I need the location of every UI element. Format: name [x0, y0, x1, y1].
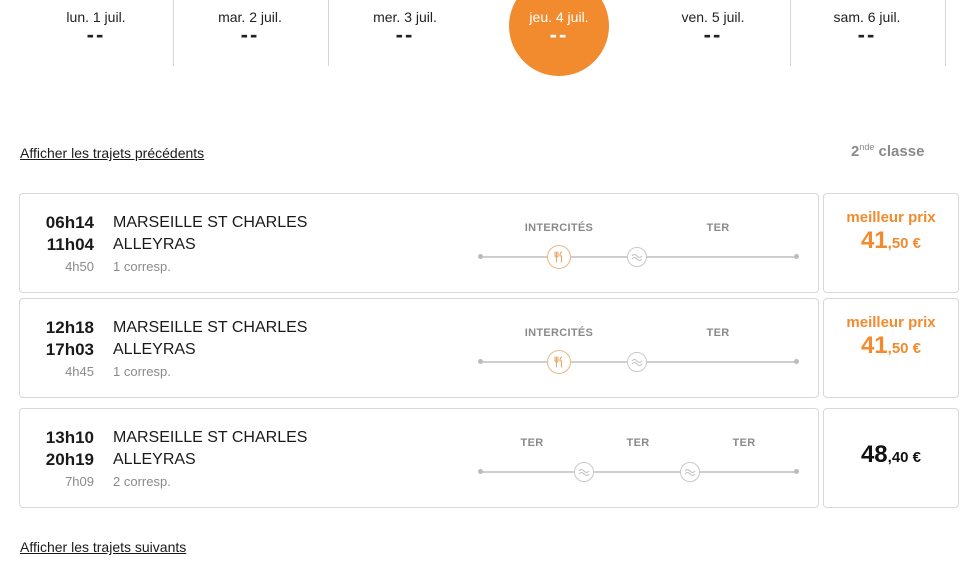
date-cell-2[interactable]: mar. 2 juil. -- [173, 0, 327, 66]
departure-time: 13h10 [45, 428, 94, 447]
route-start-dot [478, 469, 483, 474]
price-box-1[interactable]: meilleur prix 41,50 € [823, 193, 959, 293]
date-price: -- [703, 22, 723, 47]
destination-station: ALLEYRAS [113, 236, 196, 253]
arrival-time: 17h03 [45, 340, 94, 359]
class-word: classe [878, 143, 925, 160]
trip-duration: 7h09 [65, 474, 94, 489]
trip-duration: 4h50 [65, 259, 94, 274]
price-cents: ,40 € [887, 449, 922, 466]
connection-icon [680, 462, 700, 482]
origin-station: MARSEILLE ST CHARLES [113, 319, 308, 336]
date-divider [945, 0, 946, 66]
connections-count: 1 corresp. [113, 259, 171, 274]
origin-station: MARSEILLE ST CHARLES [113, 429, 308, 446]
trip-card-2[interactable]: 12h18 17h03 4h45 MARSEILLE ST CHARLES AL… [19, 298, 819, 398]
segment-label: TER [732, 437, 756, 449]
date-price: -- [395, 22, 415, 47]
price-amount: 48,40 € [824, 441, 958, 469]
date-price: -- [549, 22, 569, 47]
date-cell-1[interactable]: lun. 1 juil. -- [19, 0, 173, 66]
previous-trips-link[interactable]: Afficher les trajets précédents [20, 145, 204, 161]
connections-count: 1 corresp. [113, 364, 171, 379]
segment-label: TER [706, 327, 730, 339]
restaurant-icon [547, 245, 571, 269]
segment-label: TER [626, 437, 650, 449]
trip-duration: 4h45 [65, 364, 94, 379]
restaurant-icon [547, 350, 571, 374]
class-suffix: nde [859, 142, 875, 152]
date-price: -- [240, 22, 260, 47]
origin-station: MARSEILLE ST CHARLES [113, 214, 308, 231]
connection-icon [574, 462, 594, 482]
price-amount: 41,50 € [824, 227, 958, 255]
price-euros: 41 [860, 227, 888, 254]
travel-class-label: 2nde classe [851, 142, 924, 160]
price-cents: ,50 € [887, 235, 922, 252]
route-timeline [478, 350, 799, 374]
segment-label: TER [520, 437, 544, 449]
destination-station: ALLEYRAS [113, 451, 196, 468]
connections-count: 2 corresp. [113, 474, 171, 489]
price-box-3[interactable]: 48,40 € [823, 408, 959, 508]
trip-card-3[interactable]: 13h10 20h19 7h09 MARSEILLE ST CHARLES AL… [19, 408, 819, 508]
price-box-2[interactable]: meilleur prix 41,50 € [823, 298, 959, 398]
segment-label: TER [706, 222, 730, 234]
price-amount: 41,50 € [824, 332, 958, 360]
route-start-dot [478, 254, 483, 259]
route-end-dot [794, 359, 799, 364]
date-cell-3[interactable]: mer. 3 juil. -- [328, 0, 482, 66]
destination-station: ALLEYRAS [113, 341, 196, 358]
route-timeline [478, 245, 799, 269]
date-cell-5[interactable]: ven. 5 juil. -- [636, 0, 790, 66]
date-price: -- [86, 22, 106, 47]
best-price-label: meilleur prix [846, 209, 936, 226]
best-price-label: meilleur prix [846, 314, 936, 331]
arrival-time: 20h19 [45, 450, 94, 469]
trip-card-1[interactable]: 06h14 11h04 4h50 MARSEILLE ST CHARLES AL… [19, 193, 819, 293]
departure-time: 12h18 [45, 318, 94, 337]
arrival-time: 11h04 [46, 235, 94, 254]
date-strip: lun. 1 juil. -- mar. 2 juil. -- mer. 3 j… [0, 0, 962, 90]
connection-icon [627, 352, 647, 372]
route-end-dot [794, 469, 799, 474]
price-euros: 41 [860, 332, 888, 359]
route-start-dot [478, 359, 483, 364]
date-price: -- [857, 22, 877, 47]
next-trips-link[interactable]: Afficher les trajets suivants [20, 539, 186, 555]
connection-icon [627, 247, 647, 267]
price-cents: ,50 € [887, 340, 922, 357]
price-euros: 48 [860, 441, 888, 468]
route-end-dot [794, 254, 799, 259]
segment-label: INTERCITÉS [524, 222, 594, 234]
segment-label: INTERCITÉS [524, 327, 594, 339]
departure-time: 06h14 [45, 213, 94, 232]
date-cell-6[interactable]: sam. 6 juil. -- [790, 0, 944, 66]
date-cell-4-selected[interactable]: jeu. 4 juil. -- [482, 0, 636, 66]
route-timeline [478, 462, 799, 482]
